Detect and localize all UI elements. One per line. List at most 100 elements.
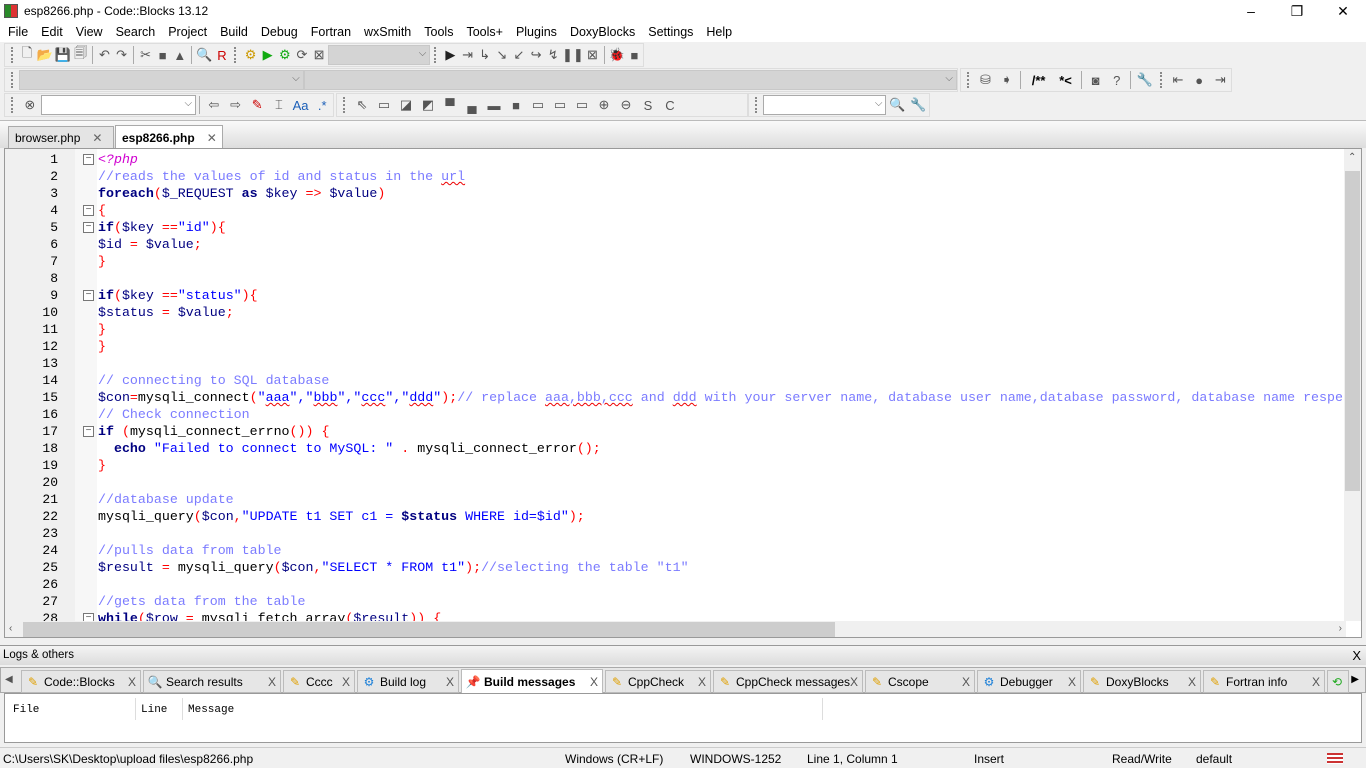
maximize-button[interactable]: ❐ xyxy=(1274,0,1320,22)
delete-widget-icon[interactable]: ▭ xyxy=(528,95,548,115)
tabs-scroll-left-icon[interactable]: ◀ xyxy=(5,674,13,685)
toolbar-grip[interactable] xyxy=(1159,72,1164,88)
menu-debug[interactable]: Debug xyxy=(255,25,305,39)
code-line[interactable]: { xyxy=(98,202,106,219)
abort-icon[interactable]: ⊠ xyxy=(312,45,327,65)
pause-icon[interactable]: ❚❚ xyxy=(562,45,584,65)
code-editor[interactable]: 1 2 3 4 5 6 7 8 9 10 11 12 13 14 15 16 17 18 19 20 21 22 23 24 2… xyxy=(4,148,1362,638)
logs-tab-code-blocks[interactable]: ✎ Code::Blocks X xyxy=(21,670,141,693)
pointer-icon[interactable]: ⇖ xyxy=(352,95,372,115)
logs-tab-build-log[interactable]: ⚙ Build log X xyxy=(357,670,459,693)
code-line[interactable]: //database update xyxy=(98,491,234,508)
next-line-icon[interactable]: ↳ xyxy=(477,45,492,65)
code-line[interactable]: $con=mysqli_connect("aaa","bbb","ccc","d… xyxy=(98,389,1343,406)
logs-tab-cppcheck-messages[interactable]: ✎ CppCheck messages X xyxy=(713,670,863,693)
fold-toggle-icon[interactable]: − xyxy=(83,154,94,165)
logs-tab-cppcheck[interactable]: ✎ CppCheck X xyxy=(605,670,711,693)
close-tab-icon[interactable]: X xyxy=(268,675,276,689)
insert-into-icon[interactable]: ▭ xyxy=(374,95,394,115)
logs-tab-build-messages[interactable]: 📌 Build messages X xyxy=(461,669,603,694)
tab-browser-php[interactable]: browser.php ✕ xyxy=(8,126,114,148)
build-messages-list[interactable]: File Line Message xyxy=(4,693,1362,743)
menu-search[interactable]: Search xyxy=(110,25,163,39)
zoom-in-icon[interactable]: ⊕ xyxy=(594,95,614,115)
symbol-search-input[interactable]: ⌵ xyxy=(762,95,887,115)
close-tab-icon[interactable]: X xyxy=(128,675,136,689)
rebuild-icon[interactable]: ⟳ xyxy=(294,45,309,65)
logs-tab-cccc[interactable]: ✎ Cccc X xyxy=(283,670,355,693)
toolbar-grip[interactable] xyxy=(11,47,15,63)
block-comment-button[interactable]: /** xyxy=(1025,70,1052,90)
code-line[interactable]: if($key =="id"){ xyxy=(98,219,226,236)
close-tab-icon[interactable]: X xyxy=(1312,675,1320,689)
copy-icon[interactable]: ■ xyxy=(155,45,170,65)
code-line[interactable]: } xyxy=(98,457,106,474)
menu-edit[interactable]: Edit xyxy=(35,25,70,39)
tabs-scroll-right-icon[interactable]: ▶ xyxy=(1351,674,1359,685)
menu-plugins[interactable]: Plugins xyxy=(510,25,564,39)
jump-home-icon[interactable]: ● xyxy=(1190,70,1209,90)
symbol-c-button[interactable]: C xyxy=(660,95,680,115)
run-html-icon[interactable]: ◙ xyxy=(1086,70,1105,90)
find-icon[interactable]: 🔍 xyxy=(196,45,212,65)
menu-tools[interactable]: Tools+ xyxy=(460,25,509,39)
selected-text-only-icon[interactable]: ⌶ xyxy=(269,95,289,115)
close-tab-icon[interactable]: ✕ xyxy=(92,131,102,145)
open-file-icon[interactable]: 📂 xyxy=(37,45,53,65)
save-icon[interactable]: 💾 xyxy=(55,45,71,65)
logs-tab-debugger[interactable]: ⚙ Debugger X xyxy=(977,670,1081,693)
more-tabs-icon[interactable]: ⟲ xyxy=(1327,670,1349,693)
preview-icon[interactable]: ▭ xyxy=(550,95,570,115)
minimize-button[interactable]: – xyxy=(1228,0,1274,22)
menu-project[interactable]: Project xyxy=(162,25,214,39)
config-wrench-icon[interactable]: 🔧 xyxy=(1135,70,1154,90)
run-icon[interactable]: ▶ xyxy=(260,45,275,65)
align-bottom-icon[interactable]: ▄ xyxy=(462,95,482,115)
function-dropdown[interactable]: ⌵ xyxy=(303,70,957,90)
cut-icon[interactable]: ✂ xyxy=(138,45,153,65)
debug-continue-icon[interactable]: ▶ xyxy=(443,45,458,65)
redo-icon[interactable]: ↷ xyxy=(114,45,129,65)
logs-tab-search-results[interactable]: 🔍 Search results X xyxy=(143,670,281,693)
regex-icon[interactable]: .* xyxy=(312,95,332,115)
step-into-icon[interactable]: ↘ xyxy=(494,45,509,65)
menu-settings[interactable]: Settings xyxy=(642,25,700,39)
code-line[interactable]: if (mysqli_connect_errno()) { xyxy=(98,423,329,440)
close-logs-button[interactable]: X xyxy=(1352,648,1361,663)
paste-icon[interactable]: ▲ xyxy=(172,45,187,65)
column-message[interactable]: Message xyxy=(188,704,234,716)
tab-esp8266-php[interactable]: esp8266.php ✕ xyxy=(115,125,223,149)
stop-debugger-icon[interactable]: ⊠ xyxy=(585,45,600,65)
close-tab-icon[interactable]: X xyxy=(446,675,454,689)
logs-tab-doxyblocks[interactable]: ✎ DoxyBlocks X xyxy=(1083,670,1201,693)
vertical-scrollbar[interactable]: ⌃ xyxy=(1344,149,1361,621)
save-all-icon[interactable]: 🗐 xyxy=(73,45,88,65)
code-line[interactable]: //pulls data from table xyxy=(98,542,282,559)
code-line[interactable]: $status = $value; xyxy=(98,304,234,321)
zoom-out-icon[interactable]: ⊖ xyxy=(616,95,636,115)
close-tab-icon[interactable]: X xyxy=(850,675,858,689)
line-comment-button[interactable]: *< xyxy=(1054,70,1077,90)
build-icon[interactable]: ⚙ xyxy=(243,45,258,65)
symbol-s-button[interactable]: S xyxy=(638,95,658,115)
menu-fortran[interactable]: Fortran xyxy=(305,25,358,39)
scroll-thumb[interactable] xyxy=(1345,171,1360,491)
align-middle-icon[interactable]: ▬ xyxy=(484,95,504,115)
menu-view[interactable]: View xyxy=(70,25,110,39)
undo-icon[interactable]: ↶ xyxy=(97,45,112,65)
find-next-icon[interactable]: ⇨ xyxy=(226,95,246,115)
column-file[interactable]: File xyxy=(13,704,39,716)
scroll-right-icon[interactable]: › xyxy=(1339,623,1342,634)
scope-dropdown[interactable]: ⌵ xyxy=(19,70,304,90)
code-line[interactable]: //gets data from the table xyxy=(98,593,305,610)
menu-tools[interactable]: Tools xyxy=(418,25,460,39)
new-file-icon[interactable]: 🗋 xyxy=(20,45,35,65)
highlight-icon[interactable]: ✎ xyxy=(247,95,267,115)
toolbar-grip[interactable] xyxy=(434,47,438,63)
toolbar-grip[interactable] xyxy=(11,97,15,113)
code-line[interactable]: } xyxy=(98,253,106,270)
code-line[interactable]: <?php xyxy=(98,151,138,168)
replace-icon[interactable]: R xyxy=(214,45,229,65)
run-to-cursor-icon[interactable]: ⇥ xyxy=(460,45,475,65)
settings-wrench-icon[interactable]: 🔧 xyxy=(909,95,928,115)
